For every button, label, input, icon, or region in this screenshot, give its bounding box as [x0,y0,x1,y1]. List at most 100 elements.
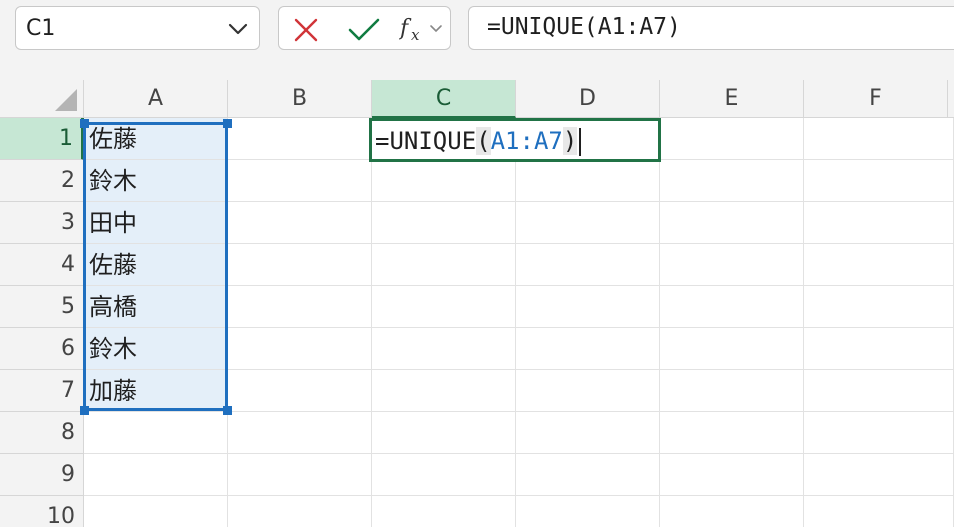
cell-e6[interactable] [660,328,804,370]
cell-b9[interactable] [228,454,372,496]
column-header-e[interactable]: E [660,80,804,118]
row-header-6[interactable]: 6 [0,328,84,370]
formula-action-buttons: f x [278,6,451,50]
cell-e1[interactable] [660,118,804,160]
cell-e7[interactable] [660,370,804,412]
chevron-down-icon[interactable] [429,23,443,35]
cell-a4[interactable]: 佐藤 [84,244,228,286]
cell-a2[interactable]: 鈴木 [84,160,228,202]
cell-d6[interactable] [516,328,660,370]
cell-e3[interactable] [660,202,804,244]
column-header-g[interactable] [948,80,954,118]
spreadsheet-grid: A B C D E F 1 2 3 4 5 6 7 8 9 10 佐藤 鈴木 田… [0,80,954,527]
range-handle-bottom-right[interactable] [223,406,232,415]
range-handle-bottom-left[interactable] [80,406,89,415]
cell-c6[interactable] [372,328,516,370]
cell-b7[interactable] [228,370,372,412]
cell-b5[interactable] [228,286,372,328]
fx-icon[interactable]: f x [399,13,427,45]
cell-a5[interactable]: 高橋 [84,286,228,328]
column-header-f[interactable]: F [804,80,948,118]
cell-c5[interactable] [372,286,516,328]
edit-formula-prefix: =UNIQUE [375,127,477,155]
cell-b1[interactable] [228,118,372,160]
cell-b6[interactable] [228,328,372,370]
chevron-down-icon[interactable] [227,19,249,39]
cell-e8[interactable] [660,412,804,454]
cell-d7[interactable] [516,370,660,412]
cell-a6[interactable]: 鈴木 [84,328,228,370]
row-header-10[interactable]: 10 [0,496,84,527]
name-box-value: C1 [26,16,56,41]
column-header-c[interactable]: C [372,80,516,118]
cell-b3[interactable] [228,202,372,244]
cell-c10[interactable] [372,496,516,527]
cell-a9[interactable] [84,454,228,496]
select-all-button[interactable] [0,80,84,118]
formula-toolbar: C1 f x =UNIQUE(A1:A7) [0,0,954,80]
cell-f2[interactable] [804,160,954,202]
select-all-triangle-icon [55,89,77,111]
cell-f8[interactable] [804,412,954,454]
edit-close-paren: ) [562,127,578,155]
cell-f1[interactable] [804,118,954,160]
edit-range-reference: A1:A7 [490,127,563,155]
text-caret [579,128,582,156]
cell-c7[interactable] [372,370,516,412]
cell-f7[interactable] [804,370,954,412]
range-handle-top-right[interactable] [223,119,232,128]
row-header-7[interactable]: 7 [0,370,84,412]
cell-e4[interactable] [660,244,804,286]
cell-e5[interactable] [660,286,804,328]
cell-f10[interactable] [804,496,954,527]
cell-d2[interactable] [516,160,660,202]
row-header-2[interactable]: 2 [0,160,84,202]
active-cell-c1[interactable]: =UNIQUE(A1:A7) [369,118,661,162]
row-header-1[interactable]: 1 [0,118,84,160]
cell-a1[interactable]: 佐藤 [84,118,228,160]
column-header-d[interactable]: D [516,80,660,118]
cell-d5[interactable] [516,286,660,328]
cell-d10[interactable] [516,496,660,527]
cell-c9[interactable] [372,454,516,496]
cell-f6[interactable] [804,328,954,370]
cell-b8[interactable] [228,412,372,454]
cell-b10[interactable] [228,496,372,527]
cell-e9[interactable] [660,454,804,496]
range-handle-top-left[interactable] [80,119,89,128]
column-header-a[interactable]: A [84,80,228,118]
cell-d3[interactable] [516,202,660,244]
cell-d4[interactable] [516,244,660,286]
cell-e2[interactable] [660,160,804,202]
cell-d8[interactable] [516,412,660,454]
cell-c8[interactable] [372,412,516,454]
cell-e10[interactable] [660,496,804,527]
cell-f3[interactable] [804,202,954,244]
formula-text: =UNIQUE(A1:A7) [487,14,681,40]
cancel-icon[interactable] [293,17,319,43]
formula-input[interactable]: =UNIQUE(A1:A7) [468,6,954,50]
row-header-3[interactable]: 3 [0,202,84,244]
cell-c4[interactable] [372,244,516,286]
cell-c3[interactable] [372,202,516,244]
name-box[interactable]: C1 [15,6,260,50]
cell-c2[interactable] [372,160,516,202]
cell-a10[interactable] [84,496,228,527]
row-header-9[interactable]: 9 [0,454,84,496]
edit-open-paren: ( [476,127,491,155]
cell-b2[interactable] [228,160,372,202]
cell-a7[interactable]: 加藤 [84,370,228,412]
row-header-5[interactable]: 5 [0,286,84,328]
column-header-b[interactable]: B [228,80,372,118]
cell-f4[interactable] [804,244,954,286]
svg-text:x: x [411,26,420,44]
row-header-4[interactable]: 4 [0,244,84,286]
cell-a8[interactable] [84,412,228,454]
row-header-8[interactable]: 8 [0,412,84,454]
cell-d9[interactable] [516,454,660,496]
cell-a3[interactable]: 田中 [84,202,228,244]
enter-icon[interactable] [347,17,381,43]
cell-b4[interactable] [228,244,372,286]
cell-f9[interactable] [804,454,954,496]
cell-f5[interactable] [804,286,954,328]
